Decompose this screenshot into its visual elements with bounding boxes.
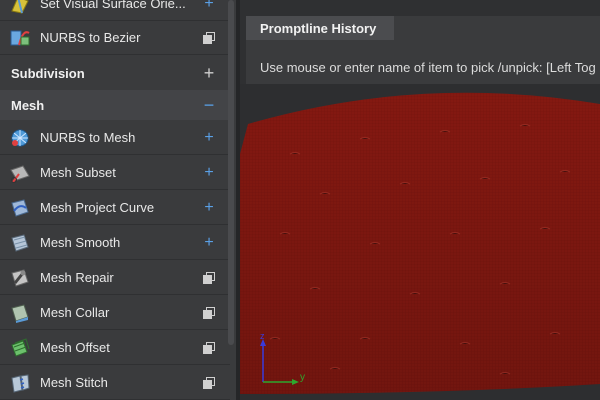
modeling-viewport[interactable]: y z	[240, 84, 600, 400]
tool-row-nurbs-to-bezier[interactable]: NURBS to Bezier	[0, 21, 230, 55]
mesh-repair-icon	[9, 267, 31, 289]
copy-icon[interactable]	[202, 341, 216, 355]
section-label: Mesh	[11, 97, 45, 113]
add-icon[interactable]: +	[202, 164, 216, 180]
tool-row-mesh-project-curve[interactable]: Mesh Project Curve +	[0, 191, 230, 225]
copy-icon[interactable]	[202, 306, 216, 320]
section-label: Subdivision	[11, 65, 85, 81]
mesh-project-curve-icon	[9, 197, 31, 219]
tool-label: Mesh Stitch	[40, 375, 108, 390]
y-axis-label: y	[300, 372, 305, 383]
add-icon[interactable]: +	[202, 234, 216, 250]
tool-row-mesh-collar[interactable]: Mesh Collar	[0, 296, 230, 330]
copy-icon[interactable]	[202, 31, 216, 45]
tool-label: Set Visual Surface Orie...	[40, 0, 186, 11]
tool-palette: Set Visual Surface Orie... + NURBS to Be…	[0, 0, 236, 400]
promptline-message: Use mouse or enter name of item to pick …	[260, 60, 596, 75]
tool-label: NURBS to Bezier	[40, 30, 141, 45]
nurbs-to-mesh-icon	[9, 127, 31, 149]
tool-label: Mesh Collar	[40, 305, 110, 320]
add-icon[interactable]: +	[202, 199, 216, 215]
tool-row-set-visual-surface-orient[interactable]: Set Visual Surface Orie... +	[0, 0, 230, 21]
tool-row-mesh-smooth[interactable]: Mesh Smooth +	[0, 226, 230, 260]
mesh-collar-icon	[9, 302, 31, 324]
tool-label: Mesh Project Curve	[40, 200, 155, 215]
tool-label: NURBS to Mesh	[40, 130, 136, 145]
section-header-subdivision[interactable]: Subdivision +	[0, 58, 230, 88]
tool-row-mesh-subset[interactable]: Mesh Subset +	[0, 156, 230, 190]
copy-icon[interactable]	[202, 271, 216, 285]
mesh-subset-icon	[9, 162, 31, 184]
tool-label: Mesh Offset	[40, 340, 110, 355]
nurbs-to-bezier-icon	[9, 27, 31, 49]
tool-label: Mesh Smooth	[40, 235, 121, 250]
tool-label: Mesh Repair	[40, 270, 114, 285]
promptline-history-window: Promptline History Use mouse or enter na…	[246, 16, 600, 84]
tool-row-mesh-offset[interactable]: Mesh Offset	[0, 331, 230, 365]
tool-row-mesh-stitch[interactable]: Mesh Stitch	[0, 366, 230, 400]
viewport-canvas: y z	[240, 92, 600, 394]
add-icon[interactable]: +	[202, 0, 216, 11]
add-icon[interactable]: +	[202, 129, 216, 145]
section-header-mesh[interactable]: Mesh −	[0, 90, 230, 120]
mesh-smooth-icon	[9, 232, 31, 254]
promptline-history-tab[interactable]: Promptline History	[246, 16, 394, 40]
visual-surface-orient-icon	[9, 0, 31, 15]
collapse-icon[interactable]: −	[202, 96, 216, 114]
mesh-stitch-icon	[9, 372, 31, 394]
copy-icon[interactable]	[202, 376, 216, 390]
z-axis-label: z	[260, 331, 265, 341]
expand-icon[interactable]: +	[202, 64, 216, 82]
mesh-shading	[240, 92, 600, 394]
mesh-offset-icon	[9, 337, 31, 359]
tool-row-mesh-repair[interactable]: Mesh Repair	[0, 261, 230, 295]
palette-scrollbar[interactable]	[228, 0, 234, 345]
tool-label: Mesh Subset	[40, 165, 116, 180]
tool-row-nurbs-to-mesh[interactable]: NURBS to Mesh +	[0, 121, 230, 155]
